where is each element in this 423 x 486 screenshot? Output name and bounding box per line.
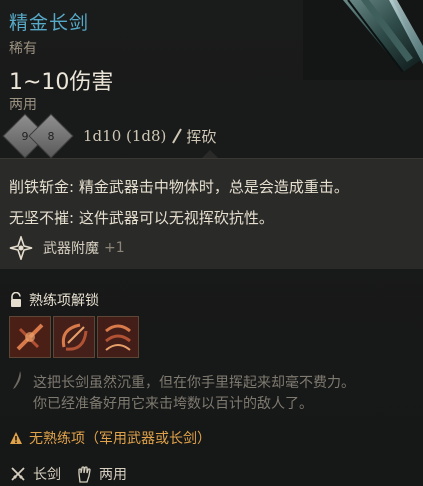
sword-icon xyxy=(303,0,423,80)
hand-icon xyxy=(78,466,91,483)
passive-sunder: 削铁斩金: 精金武器击中物体时，总是会造成重击。 xyxy=(9,178,349,196)
item-tooltip: 精金长剑 稀有 1~10伤害 两用 9 8 1d10 (1d8) 挥砍 削铁斩金… xyxy=(0,0,423,486)
flavor-line-1: 这把长剑虽然沉重，但在你手里挥起来却毫不费力。 xyxy=(33,375,355,391)
slash-skill-icon[interactable] xyxy=(9,316,51,358)
flourish-skill-icon[interactable] xyxy=(97,316,139,358)
proficiency-header: 熟练项解锁 xyxy=(9,290,99,310)
damage-type: 挥砍 xyxy=(186,127,217,146)
proficiency-icons xyxy=(9,316,141,358)
quill-icon xyxy=(13,371,21,389)
unlock-icon xyxy=(11,292,21,307)
item-rarity: 稀有 xyxy=(9,41,37,57)
dice-formula: 1d10 (1d8) xyxy=(83,127,167,145)
enchant-label: 武器附魔 xyxy=(43,241,99,257)
flavor-text: 这把长剑虽然沉重，但在你手里挥起来却毫不费力。 你已经准备好用它来击垮数以百计的… xyxy=(33,373,413,415)
warning-icon xyxy=(10,432,22,444)
passive-piercing: 无坚不摧: 这件武器可以无视挥砍抗性。 xyxy=(9,209,274,227)
d8-die-icon: 8 xyxy=(28,113,74,159)
enchant-row[interactable]: 武器附魔 +1 xyxy=(9,236,125,260)
enchant-bonus: +1 xyxy=(104,240,125,256)
damage-dice-row: 9 8 1d10 (1d8) 挥砍 xyxy=(2,113,217,159)
proficiency-title: 熟练项解锁 xyxy=(29,293,99,309)
bow-skill-icon[interactable] xyxy=(53,316,95,358)
proficiency-warning: 无熟练项（军用武器或长剑） xyxy=(9,428,211,448)
weapon-type: 长剑 xyxy=(33,467,61,483)
crossed-swords-icon xyxy=(11,467,25,481)
die2-face: 8 xyxy=(47,129,55,143)
item-handedness: 两用 xyxy=(9,97,37,113)
hand-type: 两用 xyxy=(99,467,127,483)
enchant-icon xyxy=(9,236,33,260)
flavor-line-2: 你已经准备好用它来击垮数以百计的敌人了。 xyxy=(33,396,313,412)
item-name: 精金长剑 xyxy=(9,12,90,34)
warning-text: 无熟练项（军用武器或长剑） xyxy=(29,431,211,447)
footer-row: 长剑 两用 xyxy=(9,464,141,484)
slash-damage-icon xyxy=(172,128,183,144)
item-damage: 1~10伤害 xyxy=(9,70,114,95)
